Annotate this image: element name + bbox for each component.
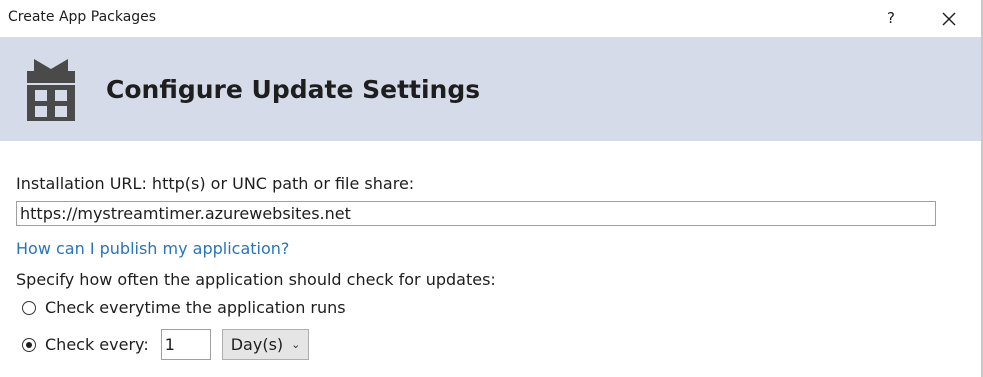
radio-check-every[interactable] — [22, 337, 36, 352]
window-title: Create App Packages — [8, 9, 157, 25]
radio-check-everytime[interactable] — [22, 300, 36, 315]
page-title: Configure Update Settings — [106, 75, 481, 104]
title-bar: Create App Packages ? — [0, 0, 981, 37]
page-header: Configure Update Settings — [0, 37, 981, 141]
chevron-down-icon: ⌄ — [291, 338, 301, 351]
close-icon[interactable] — [937, 7, 961, 31]
help-button[interactable]: ? — [880, 7, 902, 29]
option-check-everytime[interactable]: Check everytime the application runs — [22, 298, 346, 317]
option-check-everytime-label: Check everytime the application runs — [45, 298, 346, 317]
update-frequency-label: Specify how often the application should… — [16, 270, 496, 289]
interval-value-input[interactable] — [160, 329, 211, 360]
option-check-every-label: Check every: — [45, 335, 149, 354]
publish-help-link[interactable]: How can I publish my application? — [16, 239, 289, 258]
gift-package-icon — [24, 57, 78, 123]
installation-url-input[interactable] — [16, 201, 936, 226]
interval-unit-value: Day(s) — [230, 335, 284, 354]
option-check-every[interactable]: Check every: Day(s) ⌄ — [22, 329, 310, 360]
installation-url-label: Installation URL: http(s) or UNC path or… — [16, 174, 415, 193]
create-app-packages-dialog: Create App Packages ? Configure Update S… — [0, 0, 983, 377]
interval-unit-select[interactable]: Day(s) ⌄ — [221, 329, 310, 360]
